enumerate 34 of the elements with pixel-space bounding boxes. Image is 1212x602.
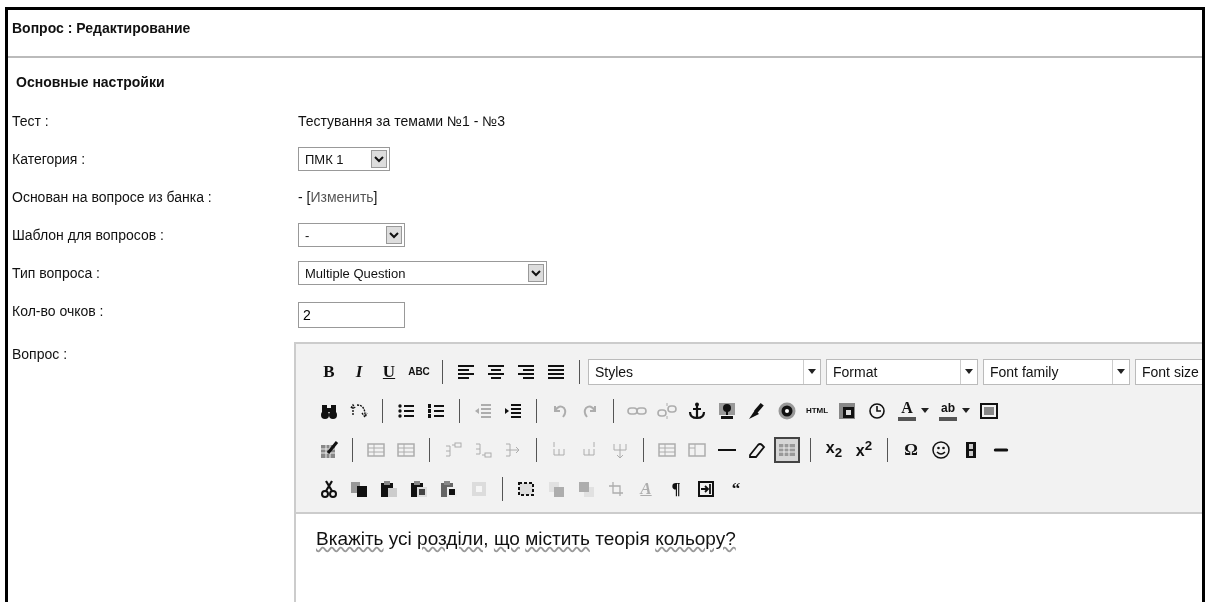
toolbar-dropdown[interactable]: Format (826, 358, 978, 385)
toolbar-dropdown[interactable]: Styles (588, 358, 821, 385)
text-color-button[interactable]: A (894, 397, 920, 424)
field-label: Категория : (12, 151, 87, 167)
field-label: Шаблон для вопросов : (12, 227, 165, 243)
field-label: Вопрос : (12, 345, 69, 362)
bracket-text: - [ (298, 189, 311, 205)
toolbar-dropdown[interactable]: Font family (983, 358, 1130, 385)
change-link[interactable]: Изменить (310, 189, 374, 205)
bracket-text: ] (373, 189, 378, 205)
dropdown[interactable]: - (298, 223, 405, 247)
field-label: Основан на вопросе из банка : (12, 189, 213, 205)
dropdown[interactable]: ПМК 1 (298, 147, 390, 171)
omega-button[interactable]: Ω (898, 436, 924, 463)
field-value: Тестування за темами №1 - №3 (298, 113, 506, 129)
editor-text[interactable]: Вкажіть усі розділи, що містить теорія кольору? (296, 512, 1202, 602)
italic-button[interactable]: I (346, 358, 372, 385)
quote-button[interactable]: “ (723, 475, 749, 502)
pilcrow-button[interactable]: ¶ (663, 475, 689, 502)
underline-button[interactable]: U (376, 358, 402, 385)
page-title: Вопрос : Редактирование (12, 20, 191, 36)
superscript-button[interactable]: x$^{2}$ (851, 436, 877, 463)
section-title: Основные настройки (15, 73, 166, 92)
html-button[interactable]: HTML (804, 397, 830, 424)
toolbar-dropdown[interactable]: Font size (1135, 358, 1202, 385)
subscript-button[interactable]: x$_{2}$ (821, 436, 847, 463)
field-label: Кол-во очков : (12, 303, 105, 319)
points-input[interactable]: 2 (298, 302, 405, 328)
field-label: Тип вопроса : (12, 265, 101, 281)
highlight-color-button[interactable]: ab (935, 397, 961, 424)
strikethrough-button[interactable]: ABC (406, 358, 432, 385)
field-label: Тест : (12, 113, 50, 129)
dropdown[interactable]: Multiple Question (298, 261, 547, 285)
bold-button[interactable]: B (316, 358, 342, 385)
